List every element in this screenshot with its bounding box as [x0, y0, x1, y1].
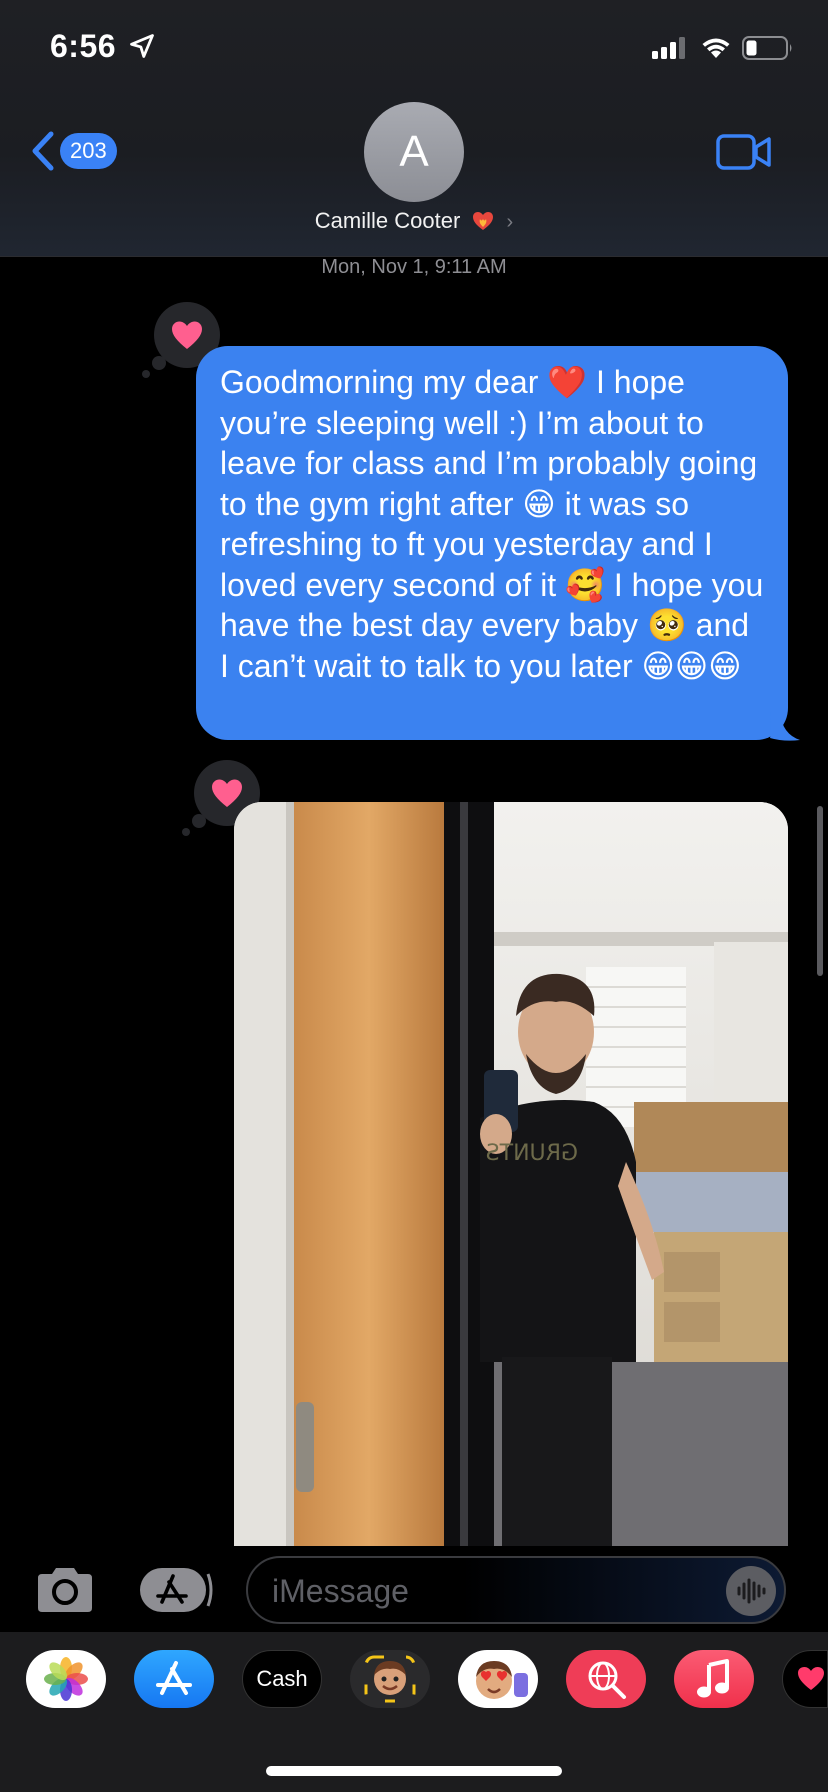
message-placeholder: iMessage — [272, 1573, 409, 1609]
apple-cash-app-button[interactable]: Cash — [242, 1650, 322, 1708]
globe-search-icon — [588, 1661, 626, 1699]
waveform-icon — [737, 1578, 766, 1604]
sent-photo-message[interactable]: GRUNTS — [234, 802, 788, 1546]
facetime-video-icon[interactable] — [716, 132, 772, 172]
photos-icon — [44, 1657, 88, 1701]
cash-label: Cash — [256, 1666, 308, 1691]
chevron-left-icon — [32, 131, 54, 171]
memoji-icon — [364, 1655, 416, 1703]
back-button[interactable]: 203 — [30, 128, 140, 174]
camera-icon[interactable] — [34, 1564, 96, 1616]
cellular-signal-icon — [652, 37, 685, 59]
memoji-app-button[interactable] — [350, 1650, 430, 1708]
music-note-icon — [697, 1659, 729, 1698]
message-timestamp: Mon, Nov 1, 9:11 AM — [321, 256, 507, 278]
music-app-button[interactable] — [674, 1650, 754, 1708]
mirror-selfie-photo: GRUNTS — [234, 802, 788, 1546]
heart-on-fire-emoji-icon — [473, 212, 494, 230]
status-time: 6:56 — [50, 28, 117, 64]
contact-avatar[interactable]: A — [364, 102, 464, 202]
photos-app-button[interactable] — [26, 1650, 106, 1708]
app-store-drawer-icon[interactable] — [138, 1566, 214, 1614]
digital-touch-heart-icon — [798, 1667, 824, 1690]
bubble-tail — [770, 712, 800, 741]
heart-icon — [172, 321, 202, 349]
contact-name: Camille Cooter — [314, 208, 461, 233]
images-search-app-button[interactable] — [566, 1650, 646, 1708]
memoji-stickers-icon — [476, 1661, 528, 1699]
tapback-tail-dot — [182, 828, 190, 836]
memoji-stickers-app-button[interactable] — [458, 1650, 538, 1708]
app-store-icon — [156, 1661, 192, 1695]
chevron-right-icon: › — [506, 211, 514, 233]
app-store-app-button[interactable] — [134, 1650, 214, 1708]
message-input[interactable]: iMessage — [246, 1556, 786, 1624]
sent-message-bubble[interactable]: Goodmorning my dear ❤️ I hope you’re sle… — [196, 346, 788, 740]
home-indicator[interactable] — [266, 1766, 562, 1776]
conversation-header: 6:56 203 A Camille Cooter › — [0, 0, 828, 257]
heart-icon — [212, 779, 242, 807]
scroll-indicator[interactable] — [817, 806, 823, 976]
tapback-tail-dot — [142, 370, 150, 378]
battery-icon — [742, 36, 792, 60]
location-arrow-icon — [130, 34, 154, 58]
contact-name-button[interactable]: Camille Cooter › — [0, 208, 828, 234]
audio-message-button[interactable] — [726, 1566, 776, 1616]
unread-count-badge: 203 — [60, 133, 117, 169]
wifi-icon — [702, 38, 730, 58]
svg-text:GRUNTS: GRUNTS — [486, 1141, 578, 1166]
